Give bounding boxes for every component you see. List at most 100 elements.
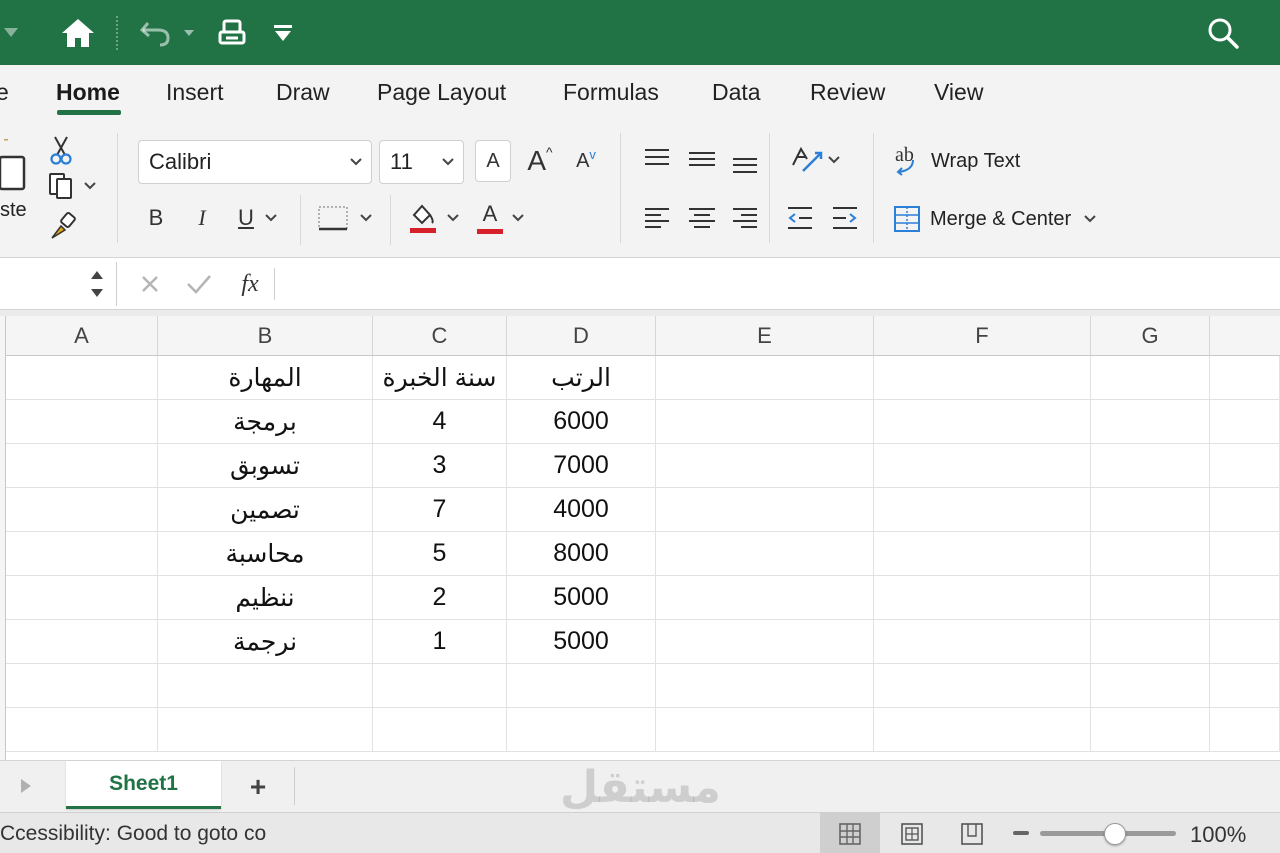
cell-d7[interactable]: 5000 bbox=[507, 620, 656, 664]
cell-b6[interactable]: ننظيم bbox=[158, 576, 373, 620]
cell-g1[interactable] bbox=[1091, 356, 1210, 400]
undo-icon[interactable] bbox=[138, 14, 198, 52]
cell-h1[interactable] bbox=[1210, 356, 1280, 400]
cell-a7[interactable] bbox=[6, 620, 158, 664]
insert-function-button[interactable]: fx bbox=[232, 268, 268, 300]
cut-icon[interactable] bbox=[48, 135, 74, 165]
cell-b5[interactable]: محاسبة bbox=[158, 532, 373, 576]
cell-d9[interactable] bbox=[507, 708, 656, 752]
column-header-b[interactable]: B bbox=[158, 316, 373, 356]
tab-file[interactable]: e bbox=[0, 79, 9, 106]
borders-button[interactable] bbox=[315, 201, 375, 235]
bold-button[interactable]: B bbox=[142, 201, 170, 235]
cell-g9[interactable] bbox=[1091, 708, 1210, 752]
cell-g5[interactable] bbox=[1091, 532, 1210, 576]
tab-home[interactable]: Home bbox=[56, 79, 120, 106]
zoom-level[interactable]: 100% bbox=[1190, 822, 1246, 848]
increase-font-size-button[interactable]: A ^ bbox=[522, 140, 558, 182]
cell-e3[interactable] bbox=[656, 444, 874, 488]
orientation-button[interactable] bbox=[786, 143, 844, 177]
cell-g4[interactable] bbox=[1091, 488, 1210, 532]
font-color-button[interactable]: A bbox=[472, 199, 530, 237]
cell-b2[interactable]: برمجة bbox=[158, 400, 373, 444]
cell-f4[interactable] bbox=[874, 488, 1091, 532]
tab-draw[interactable]: Draw bbox=[276, 79, 330, 106]
increase-indent-button[interactable] bbox=[831, 203, 859, 233]
zoom-slider[interactable] bbox=[1040, 823, 1176, 845]
cell-d2[interactable]: 6000 bbox=[507, 400, 656, 444]
cell-a8[interactable] bbox=[6, 664, 158, 708]
font-case-button[interactable]: A bbox=[475, 140, 511, 182]
cell-a9[interactable] bbox=[6, 708, 158, 752]
page-break-view-button[interactable] bbox=[942, 813, 1002, 853]
sheet-scroll-right-icon[interactable] bbox=[14, 773, 38, 799]
align-middle-button[interactable] bbox=[687, 143, 717, 173]
cell-e4[interactable] bbox=[656, 488, 874, 532]
cell-e5[interactable] bbox=[656, 532, 874, 576]
cell-a6[interactable] bbox=[6, 576, 158, 620]
cell-a3[interactable] bbox=[6, 444, 158, 488]
cell-h3[interactable] bbox=[1210, 444, 1280, 488]
cell-g7[interactable] bbox=[1091, 620, 1210, 664]
cell-h7[interactable] bbox=[1210, 620, 1280, 664]
cell-h6[interactable] bbox=[1210, 576, 1280, 620]
cell-b3[interactable]: تسوبق bbox=[158, 444, 373, 488]
normal-view-button[interactable] bbox=[820, 813, 880, 853]
cell-e8[interactable] bbox=[656, 664, 874, 708]
cell-e1[interactable] bbox=[656, 356, 874, 400]
font-size-select[interactable]: 11 bbox=[379, 140, 464, 184]
underline-button[interactable]: U bbox=[230, 201, 286, 235]
align-top-button[interactable] bbox=[643, 143, 671, 173]
tab-formulas[interactable]: Formulas bbox=[563, 79, 659, 106]
column-header-h[interactable] bbox=[1210, 316, 1280, 356]
cell-b9[interactable] bbox=[158, 708, 373, 752]
copy-button[interactable] bbox=[44, 171, 100, 201]
cell-f2[interactable] bbox=[874, 400, 1091, 444]
column-header-g[interactable]: G bbox=[1091, 316, 1210, 356]
column-header-f[interactable]: F bbox=[874, 316, 1091, 356]
format-painter-icon[interactable] bbox=[48, 211, 78, 241]
cell-c9[interactable] bbox=[373, 708, 507, 752]
cell-c1[interactable]: سنة الخبرة bbox=[373, 356, 507, 400]
cell-c8[interactable] bbox=[373, 664, 507, 708]
align-bottom-button[interactable] bbox=[731, 149, 759, 179]
decrease-font-size-button[interactable]: Av bbox=[568, 140, 604, 182]
cell-g6[interactable] bbox=[1091, 576, 1210, 620]
cell-d3[interactable]: 7000 bbox=[507, 444, 656, 488]
home-icon[interactable] bbox=[58, 14, 98, 52]
zoom-out-button[interactable] bbox=[1010, 821, 1032, 845]
cell-b1[interactable]: المهارة bbox=[158, 356, 373, 400]
cell-e9[interactable] bbox=[656, 708, 874, 752]
sheet-tab-sheet1[interactable]: Sheet1 bbox=[66, 761, 221, 809]
cell-f3[interactable] bbox=[874, 444, 1091, 488]
cell-h5[interactable] bbox=[1210, 532, 1280, 576]
tab-page-layout[interactable]: Page Layout bbox=[377, 79, 506, 106]
cell-d5[interactable]: 8000 bbox=[507, 532, 656, 576]
add-sheet-button[interactable]: + bbox=[236, 767, 280, 807]
customize-icon[interactable] bbox=[268, 14, 298, 52]
cell-h9[interactable] bbox=[1210, 708, 1280, 752]
cell-e6[interactable] bbox=[656, 576, 874, 620]
page-layout-view-button[interactable] bbox=[882, 813, 942, 853]
name-box-stepper[interactable] bbox=[86, 266, 108, 302]
align-center-button[interactable] bbox=[687, 203, 717, 233]
cell-c7[interactable]: 1 bbox=[373, 620, 507, 664]
cell-c5[interactable]: 5 bbox=[373, 532, 507, 576]
cell-f9[interactable] bbox=[874, 708, 1091, 752]
column-header-a[interactable]: A bbox=[6, 316, 158, 356]
align-right-button[interactable] bbox=[731, 203, 759, 233]
cell-a4[interactable] bbox=[6, 488, 158, 532]
align-left-button[interactable] bbox=[643, 203, 671, 233]
print-icon[interactable] bbox=[213, 14, 251, 52]
cell-e7[interactable] bbox=[656, 620, 874, 664]
decrease-indent-button[interactable] bbox=[786, 203, 814, 233]
zoom-slider-thumb[interactable] bbox=[1103, 823, 1126, 845]
column-header-e[interactable]: E bbox=[656, 316, 874, 356]
cell-d6[interactable]: 5000 bbox=[507, 576, 656, 620]
cell-h8[interactable] bbox=[1210, 664, 1280, 708]
cell-c4[interactable]: 7 bbox=[373, 488, 507, 532]
search-icon[interactable] bbox=[1202, 14, 1244, 52]
tab-view[interactable]: View bbox=[934, 79, 983, 106]
cell-d8[interactable] bbox=[507, 664, 656, 708]
accessibility-status[interactable]: Ccessibility: Good to goto co bbox=[0, 822, 266, 846]
